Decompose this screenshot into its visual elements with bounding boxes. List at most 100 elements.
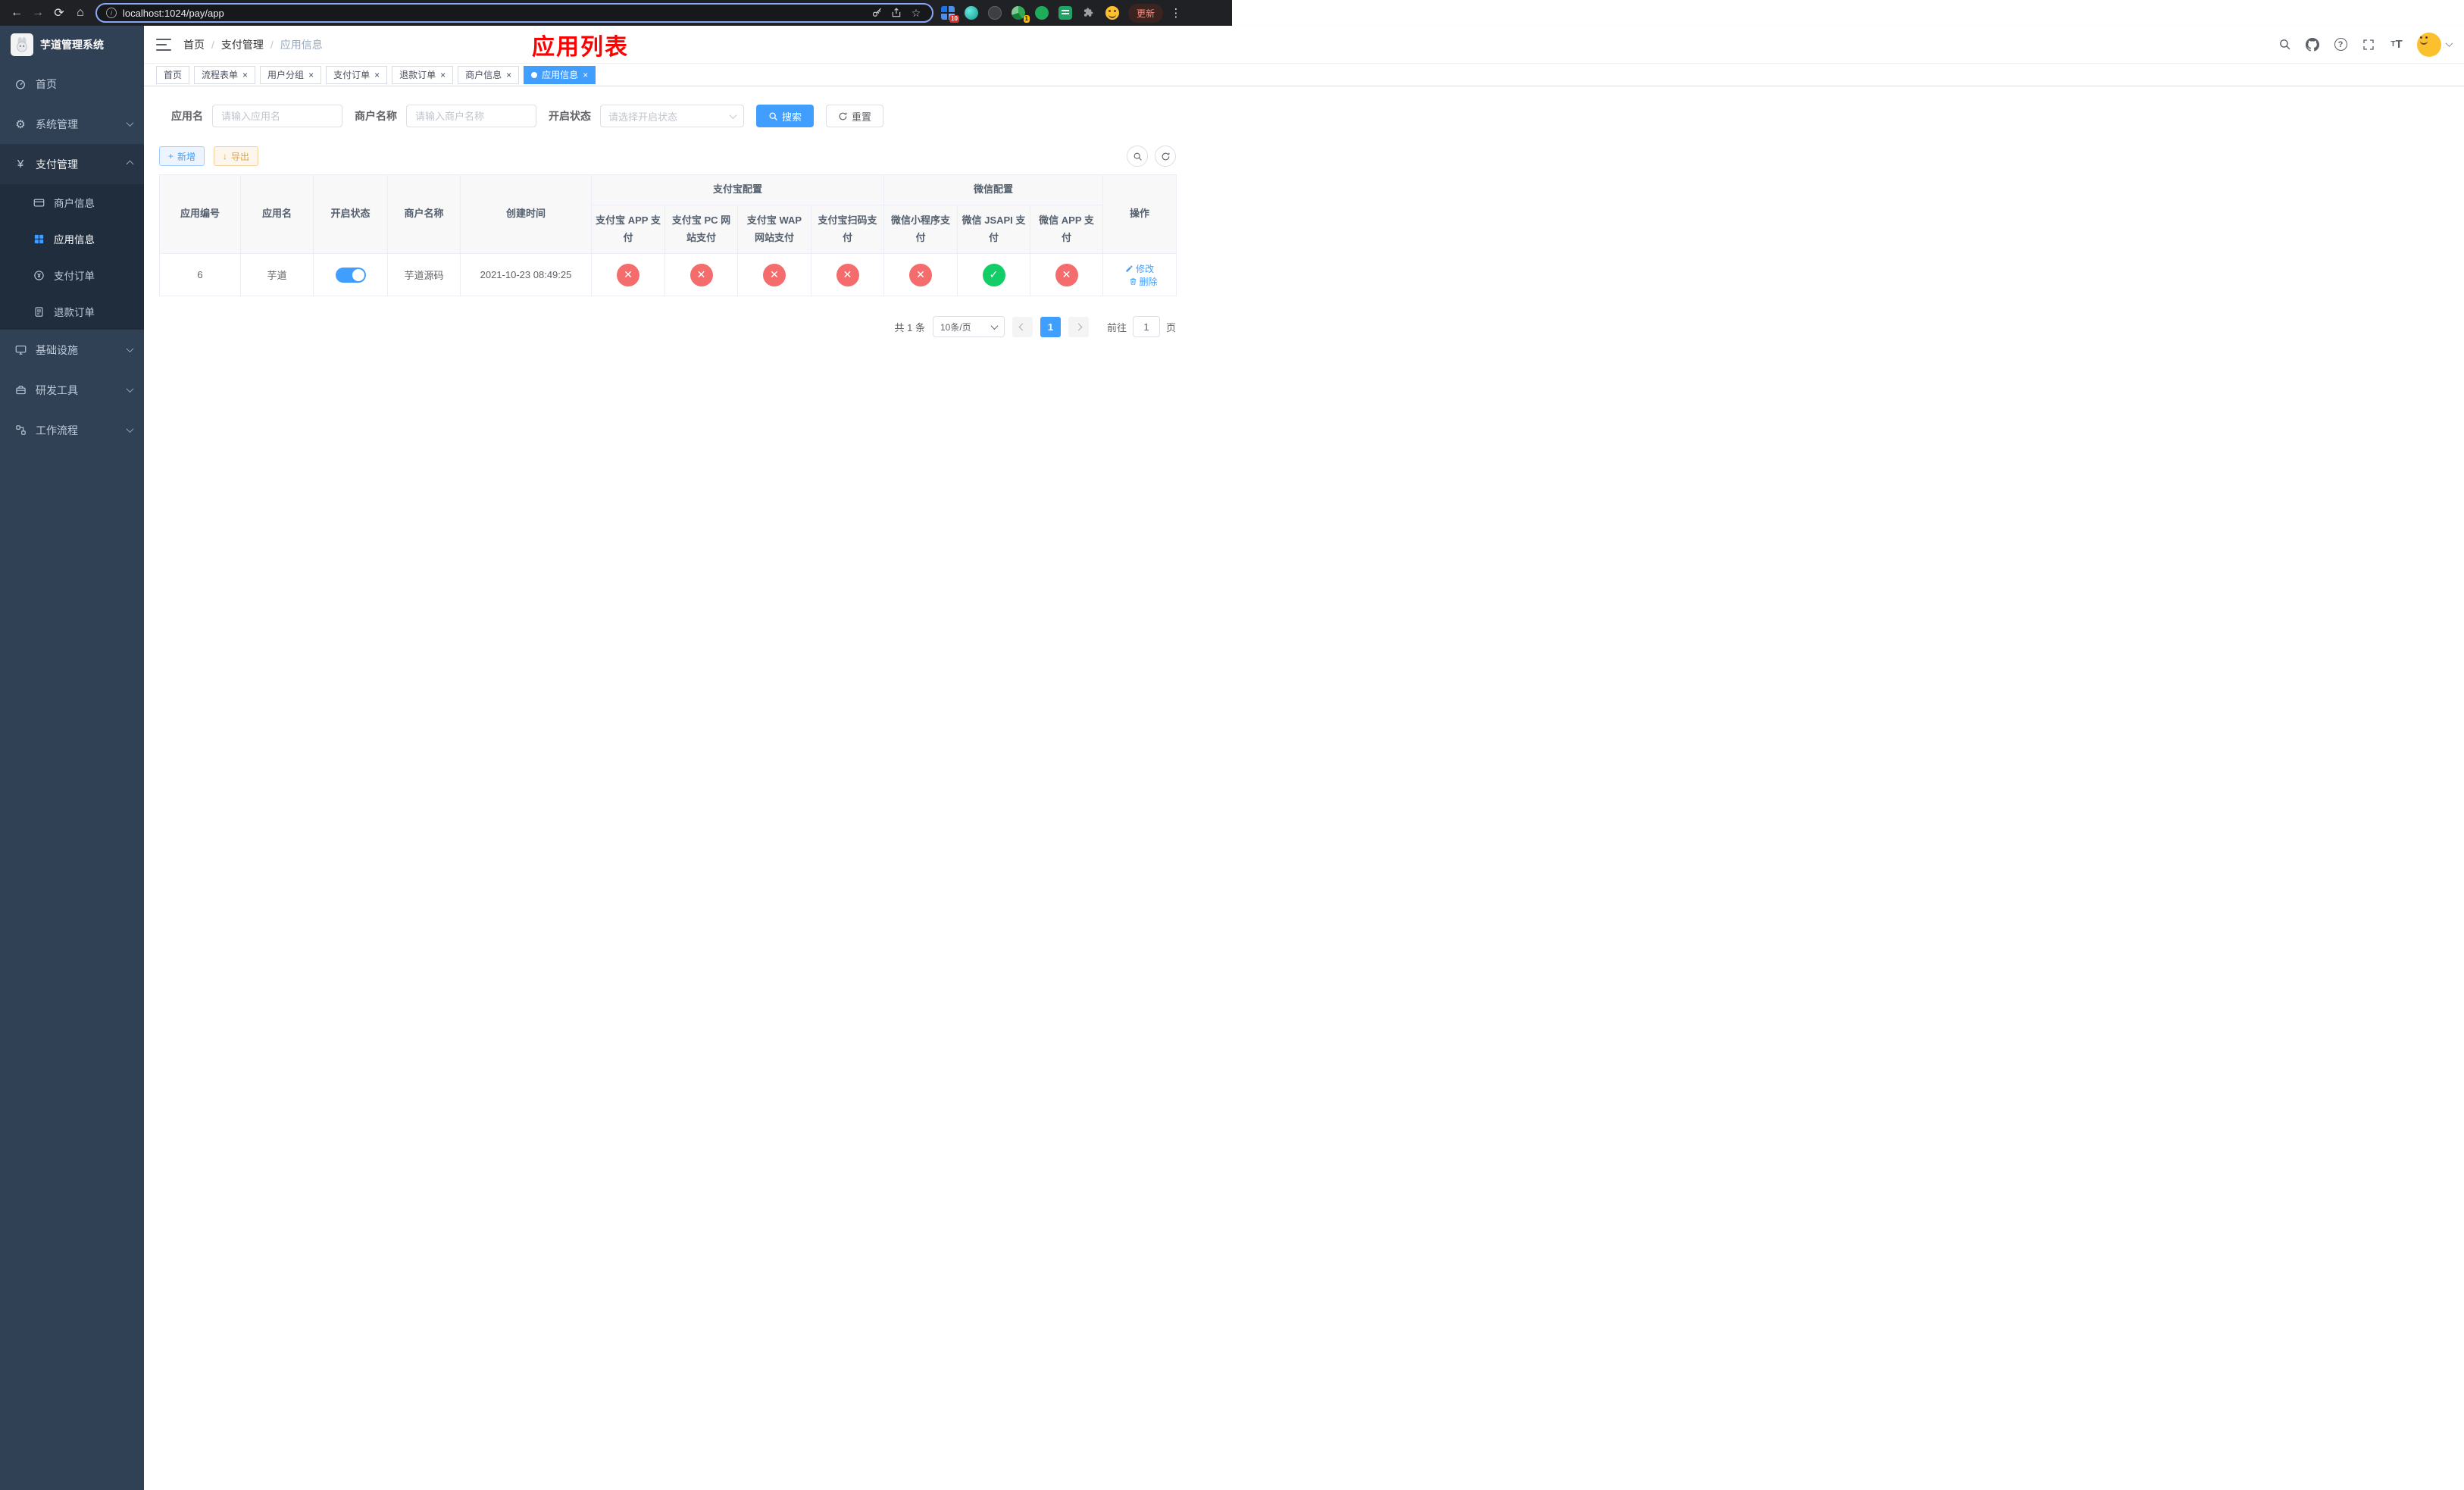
close-icon[interactable]: ×	[242, 70, 248, 80]
tab-app-info[interactable]: 应用信息 ×	[524, 65, 596, 84]
address-bar[interactable]: i localhost:1024/pay/app ☆	[95, 3, 933, 23]
github-icon[interactable]	[2305, 37, 2320, 52]
sidebar-collapse-icon[interactable]	[156, 38, 171, 51]
close-icon[interactable]: ×	[374, 70, 380, 80]
browser-reload-icon[interactable]: ⟳	[48, 2, 70, 23]
browser-back-icon[interactable]: ←	[6, 2, 27, 23]
close-icon[interactable]: ×	[506, 70, 511, 80]
browser-home-icon[interactable]: ⌂	[70, 2, 91, 23]
close-icon[interactable]: ×	[440, 70, 446, 80]
delete-button-label: 删除	[1139, 276, 1158, 287]
close-icon[interactable]: ×	[583, 70, 588, 80]
download-icon: ↓	[223, 151, 228, 161]
col-header-merchant: 商户名称	[387, 174, 461, 254]
cell-actions: 修改 删除	[1102, 253, 1177, 296]
bookmark-star-icon[interactable]: ☆	[909, 6, 923, 20]
extension-grid-icon[interactable]: 10	[941, 6, 959, 23]
page-size-value: 10条/页	[940, 321, 971, 333]
breadcrumb-payment[interactable]: 支付管理	[221, 37, 264, 52]
breadcrumb-current: 应用信息	[280, 38, 323, 51]
page-1-button[interactable]: 1	[1040, 316, 1061, 337]
extension-multi-icon[interactable]: 1	[1012, 6, 1030, 23]
cell-alipay-pc: ✕	[664, 253, 738, 296]
refresh-table-button[interactable]	[1155, 146, 1176, 167]
cell-alipay-wap: ✕	[737, 253, 811, 296]
search-icon	[769, 112, 777, 121]
user-avatar-menu[interactable]	[2417, 32, 2453, 57]
tab-payment-orders[interactable]: 支付订单 ×	[326, 65, 388, 84]
sidebar-item-label: 商户信息	[54, 198, 95, 209]
search-button[interactable]: 搜索	[756, 105, 815, 127]
next-page-button[interactable]	[1068, 316, 1089, 337]
tab-home[interactable]: 首页	[156, 65, 190, 84]
status-fail-icon: ✕	[689, 263, 713, 286]
filter-form: 应用名 商户名称 开启状态 请选择开启状态 搜索 重置	[171, 105, 2449, 127]
sidebar-item-payment-orders[interactable]: 支付订单	[0, 257, 144, 293]
col-header-alipay-wap: 支付宝 WAP 网站支付	[737, 205, 811, 254]
sidebar-item-workflow[interactable]: 工作流程	[0, 410, 144, 450]
sidebar-item-label: 支付管理	[36, 158, 78, 171]
close-icon[interactable]: ×	[308, 70, 314, 80]
tab-label: 退款订单	[399, 70, 436, 80]
sidebar-item-dev-tools[interactable]: 研发工具	[0, 370, 144, 410]
extensions-puzzle-icon[interactable]	[1082, 6, 1096, 20]
extension-green-icon[interactable]	[1035, 6, 1049, 20]
status-select[interactable]: 请选择开启状态	[600, 105, 744, 127]
breadcrumb-home[interactable]: 首页	[183, 37, 205, 52]
col-header-wx-app: 微信 APP 支付	[1030, 205, 1104, 254]
enable-toggle[interactable]	[335, 267, 366, 283]
site-info-icon[interactable]: i	[106, 8, 117, 18]
page-size-select[interactable]: 10条/页	[932, 316, 1005, 337]
sidebar-item-home[interactable]: 首页	[0, 64, 144, 104]
tab-user-group[interactable]: 用户分组 ×	[260, 65, 322, 84]
sidebar-item-app-info[interactable]: 应用信息	[0, 221, 144, 257]
sidebar-item-infrastructure[interactable]: 基础设施	[0, 330, 144, 370]
extension-smiley-icon[interactable]	[1105, 6, 1119, 20]
browser-menu-icon[interactable]: ⋮	[1168, 6, 1184, 20]
delete-button[interactable]: 删除	[1129, 275, 1158, 288]
app-name-input[interactable]	[212, 105, 342, 127]
browser-update-button[interactable]: 更新	[1128, 3, 1164, 23]
extension-badge: 1	[1023, 15, 1030, 23]
add-button[interactable]: + 新增	[159, 146, 205, 166]
extension-note-icon[interactable]	[1058, 6, 1072, 20]
tab-merchant-info[interactable]: 商户信息 ×	[458, 65, 520, 84]
group-header-alipay: 支付宝配置	[590, 174, 885, 205]
sidebar-item-system[interactable]: ⚙ 系统管理	[0, 104, 144, 144]
browser-forward-icon[interactable]: →	[27, 2, 48, 23]
gear-icon: ⚙	[15, 117, 26, 131]
goto-page-input[interactable]	[1132, 316, 1160, 337]
status-select-placeholder: 请选择开启状态	[608, 111, 678, 123]
search-icon	[1134, 152, 1142, 161]
goto-label: 前往	[1106, 321, 1127, 333]
font-size-icon[interactable]: TT	[2389, 37, 2404, 52]
active-tab-dot	[531, 71, 538, 78]
help-icon[interactable]: ?	[2333, 37, 2348, 52]
breadcrumb-separator: /	[211, 38, 214, 51]
sidebar-item-payment[interactable]: ¥ 支付管理	[0, 144, 144, 184]
extension-dark-icon[interactable]	[988, 6, 1002, 20]
sidebar-item-merchant-info[interactable]: 商户信息	[0, 184, 144, 221]
app-logo	[11, 33, 33, 56]
fullscreen-icon[interactable]	[2361, 37, 2376, 52]
search-icon[interactable]	[2277, 37, 2292, 52]
edit-button[interactable]: 修改	[1125, 262, 1154, 275]
status-success-icon: ✓	[982, 263, 1005, 286]
cell-merchant: 芋道源码	[387, 253, 461, 296]
toggle-search-button[interactable]	[1127, 146, 1148, 167]
sidebar: 芋道管理系统 首页 ⚙ 系统管理 ¥ 支付管理 商户信息 应用信息 支付订单 退…	[0, 26, 144, 1490]
merchant-name-label: 商户名称	[355, 110, 397, 122]
reset-button[interactable]: 重置	[826, 105, 884, 127]
yen-icon: ¥	[17, 158, 24, 171]
extension-teal-icon[interactable]	[965, 6, 978, 20]
share-icon[interactable]	[890, 6, 903, 20]
cell-status	[313, 253, 388, 296]
tab-refund-orders[interactable]: 退款订单 ×	[392, 65, 454, 84]
password-key-icon[interactable]	[870, 6, 883, 20]
prev-page-button[interactable]	[1012, 316, 1033, 337]
col-header-wx-lite: 微信小程序支付	[883, 205, 958, 254]
export-button[interactable]: ↓ 导出	[214, 146, 259, 166]
sidebar-item-refund-orders[interactable]: 退款订单	[0, 293, 144, 330]
tab-process-form[interactable]: 流程表单 ×	[194, 65, 256, 84]
merchant-name-input[interactable]	[406, 105, 536, 127]
